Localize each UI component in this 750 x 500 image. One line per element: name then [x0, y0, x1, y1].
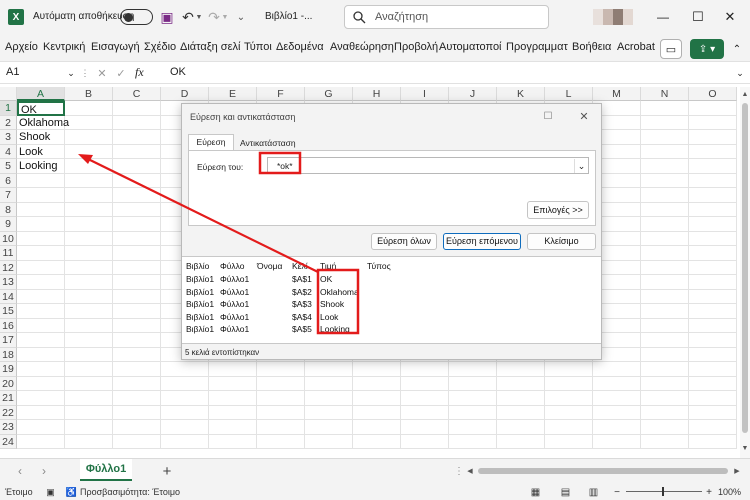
annotation-find-box — [258, 151, 302, 175]
annotation-arrow-line — [85, 157, 319, 273]
cell-a1[interactable]: OK — [17, 101, 65, 116]
annotation-results-box — [316, 268, 360, 335]
annotation-overlay — [78, 151, 360, 335]
annotation-arrow-head — [78, 154, 93, 164]
